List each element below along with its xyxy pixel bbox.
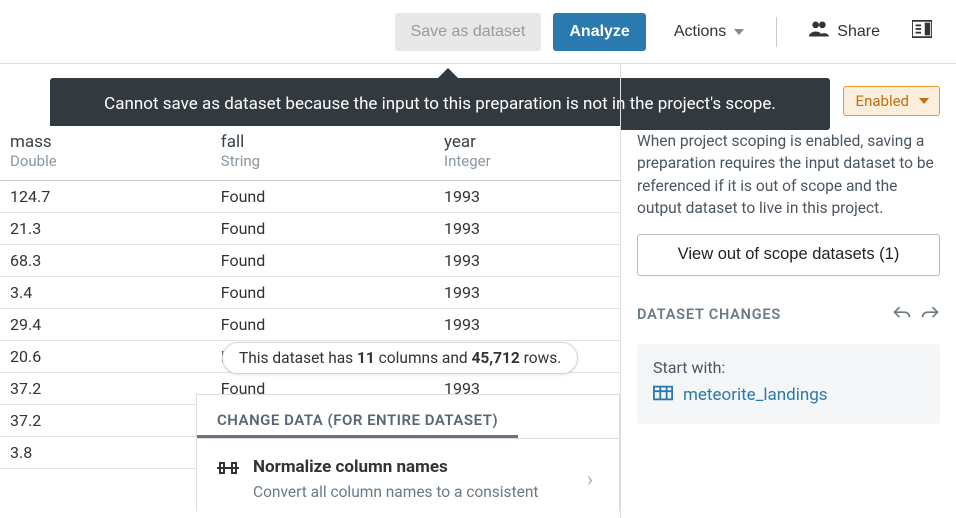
table-row[interactable]: 3.4Found1993 (0, 277, 620, 309)
change-data-header: CHANGE DATA (FOR ENTIRE DATASET) (197, 395, 518, 438)
cell-mass: 3.4 (0, 277, 211, 309)
top-toolbar: Save as dataset Analyze Actions Share (0, 0, 956, 64)
column-header-mass[interactable]: mass Double (0, 126, 211, 181)
table-row[interactable]: 68.3Found1993 (0, 245, 620, 277)
undo-button[interactable] (892, 304, 912, 326)
cell-year: 1993 (434, 277, 620, 309)
right-panel: Enabled When project scoping is enabled,… (620, 64, 956, 518)
table-row[interactable]: 29.4Found1993 (0, 309, 620, 341)
analyze-button[interactable]: Analyze (553, 13, 645, 51)
share-button[interactable]: Share (793, 13, 896, 51)
actions-label: Actions (674, 23, 726, 41)
scoping-enabled-badge[interactable]: Enabled (843, 86, 940, 116)
dataset-icon (653, 385, 673, 406)
cell-mass: 20.6 (0, 341, 211, 373)
start-with-label: Start with: (653, 358, 924, 377)
cell-year: 1993 (434, 245, 620, 277)
starting-dataset-link[interactable]: meteorite_landings (653, 385, 828, 406)
change-item-desc: Convert all column names to a consistent (253, 483, 573, 501)
cell-year: 1993 (434, 181, 620, 213)
column-header-fall[interactable]: fall String (211, 126, 434, 181)
redo-button[interactable] (920, 304, 940, 326)
share-label: Share (837, 23, 880, 41)
cell-fall: Found (211, 213, 434, 245)
scoping-explanation: When project scoping is enabled, saving … (637, 130, 940, 220)
people-icon (809, 21, 829, 42)
data-table-area: mass Double fall String year Integer 124… (0, 64, 620, 518)
cell-year: 1993 (434, 213, 620, 245)
chevron-down-icon (919, 98, 929, 104)
table-row[interactable]: 124.7Found1993 (0, 181, 620, 213)
view-out-of-scope-button[interactable]: View out of scope datasets (1) (637, 234, 940, 276)
cell-mass: 29.4 (0, 309, 211, 341)
cell-mass: 37.2 (0, 373, 211, 405)
dataset-changes-header: DATASET CHANGES (637, 306, 781, 323)
normalize-columns-action[interactable]: Normalize column names Convert all colum… (197, 439, 619, 511)
actions-dropdown[interactable]: Actions (658, 13, 760, 51)
cell-fall: Found (211, 181, 434, 213)
cell-mass: 68.3 (0, 245, 211, 277)
start-with-card: Start with: meteorite_landings (637, 344, 940, 424)
chevron-down-icon (734, 29, 744, 35)
cell-year: 1993 (434, 309, 620, 341)
change-item-title: Normalize column names (253, 457, 573, 477)
cell-fall: Found (211, 245, 434, 277)
dataset-name: meteorite_landings (683, 385, 828, 405)
cell-mass: 37.2 (0, 405, 211, 437)
cell-fall: Found (211, 277, 434, 309)
dataset-stats-badge: This dataset has 11 columns and 45,712 r… (222, 342, 578, 374)
toggle-panel-button[interactable] (908, 13, 936, 51)
save-as-dataset-button: Save as dataset (395, 13, 542, 51)
chevron-right-icon: › (587, 467, 599, 491)
cell-fall: Found (211, 309, 434, 341)
panel-icon (912, 20, 932, 43)
change-data-panel: CHANGE DATA (FOR ENTIRE DATASET) Normali… (196, 394, 620, 511)
cell-mass: 124.7 (0, 181, 211, 213)
divider (776, 17, 777, 47)
column-header-year[interactable]: year Integer (434, 126, 620, 181)
table-row[interactable]: 21.3Found1993 (0, 213, 620, 245)
cell-mass: 21.3 (0, 213, 211, 245)
cell-mass: 3.8 (0, 437, 211, 469)
normalize-icon (217, 457, 239, 481)
